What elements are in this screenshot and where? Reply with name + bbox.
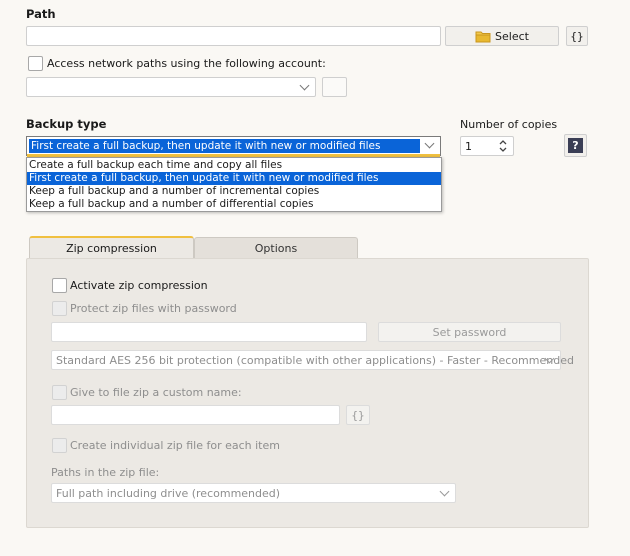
copies-spinbox[interactable]: 1 — [460, 136, 514, 156]
copies-label: Number of copies — [460, 118, 558, 131]
backup-type-option-selected[interactable]: First create a full backup, then update … — [27, 172, 441, 185]
backup-type-option[interactable]: Keep a full backup and a number of incre… — [27, 185, 441, 198]
network-account-label: Access network paths using the following… — [47, 57, 326, 70]
chevron-down-icon — [424, 138, 435, 149]
individual-zip-label: Create individual zip file for each item — [70, 439, 280, 452]
path-variables-button[interactable]: {} — [566, 26, 588, 46]
tab-zip-compression[interactable]: Zip compression — [29, 236, 194, 259]
custom-name-checkbox[interactable] — [52, 385, 67, 400]
select-button-label: Select — [495, 29, 529, 43]
paths-label: Paths in the zip file: — [51, 466, 160, 479]
backup-type-option[interactable]: Create a full backup each time and copy … — [27, 159, 441, 172]
activate-zip-checkbox[interactable] — [52, 278, 67, 293]
paths-select[interactable]: Full path including drive (recommended) — [51, 483, 456, 503]
tab-options[interactable]: Options — [194, 237, 358, 258]
spin-arrows-icon[interactable] — [499, 139, 507, 153]
help-button[interactable]: ? — [564, 134, 587, 157]
individual-zip-checkbox[interactable] — [52, 438, 67, 453]
zip-password-input[interactable] — [51, 322, 367, 342]
custom-name-label: Give to file zip a custom name: — [70, 386, 242, 399]
backup-type-option[interactable]: Keep a full backup and a number of diffe… — [27, 198, 441, 211]
protect-zip-label: Protect zip files with password — [70, 302, 237, 315]
custom-name-input[interactable] — [51, 405, 340, 425]
path-label: Path — [26, 7, 56, 21]
account-select[interactable] — [26, 77, 316, 97]
chevron-down-icon — [439, 486, 450, 497]
backup-type-dropdown-list: Create a full backup each time and copy … — [26, 157, 442, 212]
encryption-value: Standard AES 256 bit protection (compati… — [56, 354, 574, 367]
backup-type-label: Backup type — [26, 117, 107, 131]
activate-zip-label: Activate zip compression — [70, 279, 208, 292]
network-account-checkbox[interactable] — [28, 56, 43, 71]
copies-value: 1 — [465, 140, 472, 153]
account-edit-button[interactable] — [322, 77, 347, 97]
folder-icon — [475, 31, 491, 42]
backup-type-select[interactable]: First create a full backup, then update … — [26, 136, 441, 156]
help-icon: ? — [568, 138, 583, 153]
encryption-select[interactable]: Standard AES 256 bit protection (compati… — [51, 350, 574, 370]
paths-value: Full path including drive (recommended) — [56, 487, 281, 500]
set-password-button[interactable]: Set password — [378, 322, 561, 342]
backup-type-selected-value: First create a full backup, then update … — [29, 139, 420, 153]
protect-zip-checkbox[interactable] — [52, 301, 67, 316]
custom-name-variables-button[interactable]: {} — [346, 405, 370, 425]
path-input[interactable] — [26, 26, 441, 46]
chevron-down-icon — [299, 80, 310, 91]
select-button[interactable]: Select — [445, 26, 559, 46]
